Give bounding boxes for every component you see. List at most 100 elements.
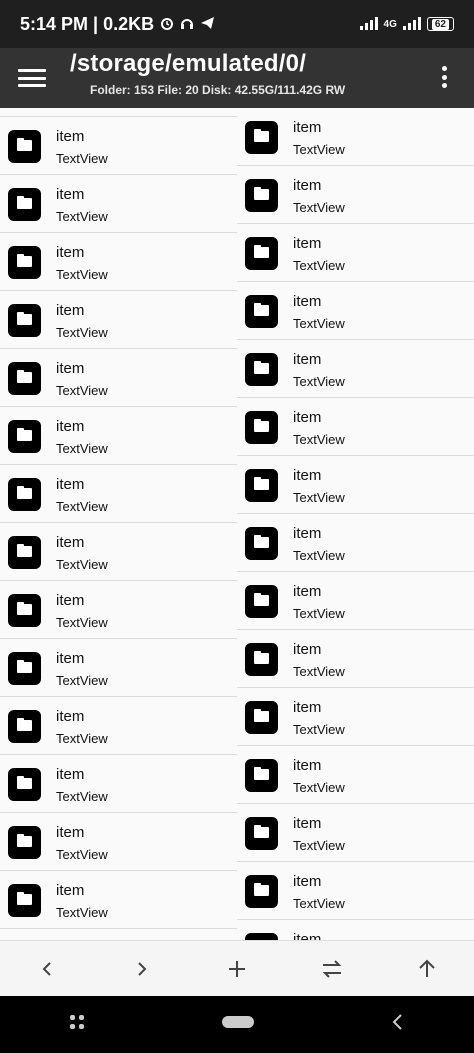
folder-icon [8, 246, 41, 279]
folder-icon [245, 585, 278, 618]
list-item[interactable]: itemTextView [237, 340, 474, 398]
list-item[interactable]: item TextView [0, 639, 237, 697]
list-item[interactable]: itemTextView [0, 755, 237, 813]
list-item[interactable]: item TextView [0, 465, 237, 523]
list-item[interactable]: itemTextView [237, 282, 474, 340]
list-item[interactable]: itemTextView [0, 581, 237, 639]
battery-level: 62 [431, 18, 449, 30]
folder-icon [8, 826, 41, 859]
folder-icon [8, 536, 41, 569]
item-subtitle: TextView [293, 142, 345, 157]
item-title: item [293, 525, 322, 542]
list-item[interactable]: itemTextView [0, 523, 237, 581]
item-subtitle: TextView [56, 731, 108, 746]
list-item[interactable]: item TextView [237, 804, 474, 862]
folder-icon [245, 237, 278, 270]
item-subtitle: TextView [56, 789, 108, 804]
list-item[interactable]: itemTextView [237, 920, 474, 940]
menu-icon[interactable] [18, 66, 46, 90]
list-item[interactable]: item TextView [237, 630, 474, 688]
status-bar: 5:14 PM | 0.2KB 4G 62 [0, 0, 474, 48]
forward-icon[interactable] [122, 949, 162, 989]
item-title: item [56, 302, 85, 319]
item-subtitle: TextView [293, 664, 345, 679]
list-item[interactable]: itemTextView [237, 572, 474, 630]
item-subtitle: TextView [56, 847, 108, 862]
item-title: item [293, 641, 322, 658]
list-item[interactable]: itemTextView [237, 166, 474, 224]
storage-info: Folder: 153 File: 20 Disk: 42.55G/111.42… [90, 83, 346, 97]
folder-icon [245, 933, 278, 940]
signal-icon [359, 16, 378, 33]
list-item[interactable]: itemTextView [237, 514, 474, 572]
folder-icon [245, 875, 278, 908]
list-item[interactable]: itemTextView [237, 456, 474, 514]
list-item[interactable]: itemTextView [0, 349, 237, 407]
item-title: item [293, 235, 322, 252]
item-subtitle: TextView [56, 325, 108, 340]
item-title: item [293, 815, 322, 832]
system-back-icon[interactable] [390, 1013, 406, 1036]
item-subtitle: TextView [293, 490, 345, 505]
list-item[interactable]: itemTextView [237, 862, 474, 920]
item-title: item [56, 128, 85, 145]
item-title: item [293, 409, 322, 426]
list-item[interactable]: item TextView [237, 108, 474, 166]
item-subtitle: TextView [56, 267, 108, 282]
item-subtitle: TextView [293, 838, 345, 853]
item-subtitle: TextView [56, 151, 108, 166]
item-subtitle: TextView [56, 441, 108, 456]
folder-icon [245, 527, 278, 560]
left-column: item TextView item TextView item TextView item… [0, 108, 237, 929]
swap-icon[interactable] [312, 949, 352, 989]
folder-icon [245, 179, 278, 212]
toolbar: /storage/emulated/0/ Folder: 153 File: 2… [0, 48, 474, 108]
item-subtitle: TextView [56, 905, 108, 920]
list-item[interactable]: itemTextView [237, 688, 474, 746]
item-title: item [56, 476, 85, 493]
folder-icon [8, 652, 41, 685]
item-subtitle: TextView [56, 499, 108, 514]
list-item[interactable]: itemTextView [237, 746, 474, 804]
network-label: 4G [383, 18, 397, 30]
list-item[interactable]: itemTextView [0, 813, 237, 871]
signal-icon-2 [402, 16, 421, 33]
item-title: item [293, 757, 322, 774]
list-item[interactable]: item TextView [0, 117, 237, 175]
back-icon[interactable] [27, 949, 67, 989]
item-title: item [56, 650, 85, 667]
folder-icon [245, 643, 278, 676]
item-subtitle: TextView [293, 722, 345, 737]
path-title: /storage/emulated/0/ [70, 50, 307, 77]
item-title: item [56, 418, 85, 435]
folder-icon [8, 884, 41, 917]
more-options-icon[interactable] [442, 66, 448, 88]
status-time: 5:14 PM | 0.2KB [20, 13, 155, 34]
add-icon[interactable] [217, 949, 257, 989]
item-title: item [56, 882, 85, 899]
list-item[interactable]: itemTextView [0, 697, 237, 755]
list-item[interactable]: item TextView [0, 407, 237, 465]
home-icon[interactable] [221, 1015, 255, 1034]
list-item[interactable]: itemTextView [0, 175, 237, 233]
list-item[interactable]: itemTextView [0, 108, 237, 117]
alarm-icon [160, 14, 174, 35]
folder-icon [245, 295, 278, 328]
item-subtitle: TextView [293, 200, 345, 215]
list-item[interactable]: itemTextView [237, 398, 474, 456]
list-item[interactable]: item TextView [0, 233, 237, 291]
folder-icon [245, 817, 278, 850]
up-icon[interactable] [407, 949, 447, 989]
folder-icon [245, 121, 278, 154]
item-subtitle: TextView [56, 383, 108, 398]
list-item[interactable]: item TextView [0, 871, 237, 929]
list-item[interactable]: item TextView [0, 291, 237, 349]
recent-apps-icon[interactable] [68, 1013, 86, 1036]
item-subtitle: TextView [293, 258, 345, 273]
list-item[interactable]: item TextView [237, 224, 474, 282]
item-subtitle: TextView [56, 673, 108, 688]
item-title: item [293, 119, 322, 136]
item-title: item [56, 244, 85, 261]
item-title: item [293, 351, 322, 368]
item-title: item [293, 293, 322, 310]
